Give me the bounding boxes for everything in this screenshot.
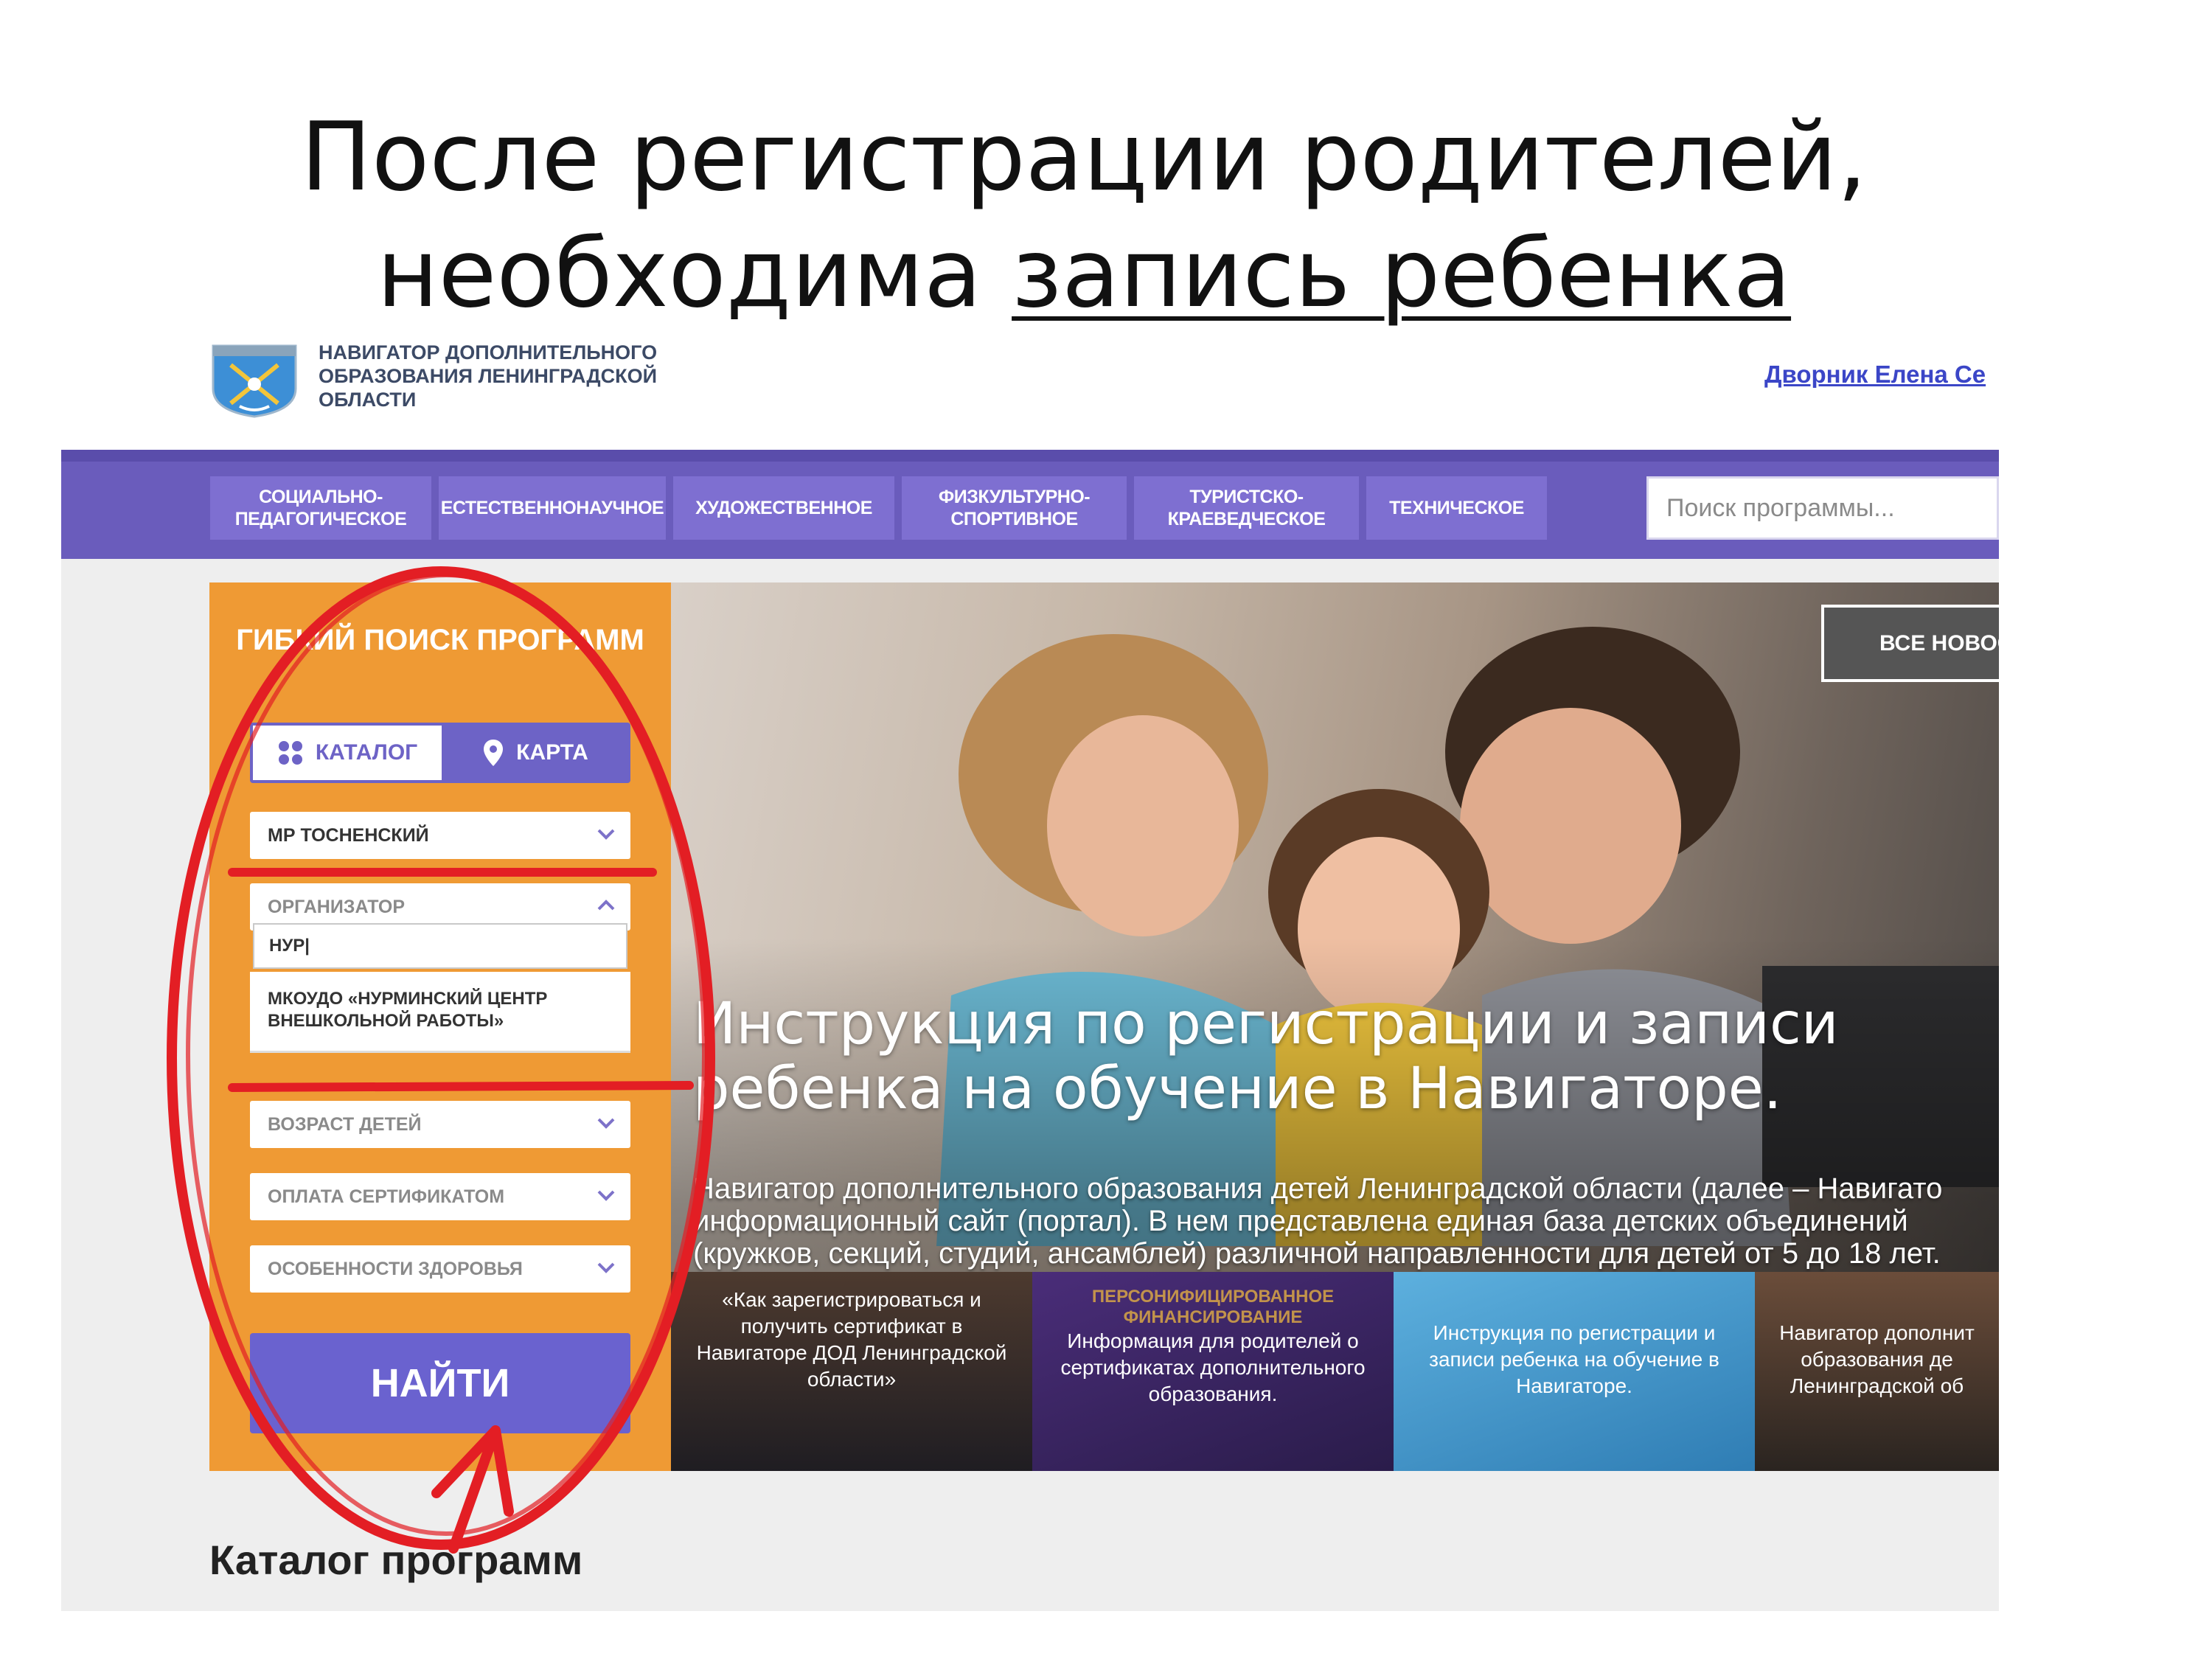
slide-title-line1: После регистрации родителей, [300,102,1868,212]
slide-title-underlined: запись ребенка [1012,219,1792,329]
news-card-registration[interactable]: «Как зарегистрироваться и получить серти… [671,1272,1032,1471]
hero-banner[interactable]: ВСЕ НОВОС Инструкция по регистрации и за… [671,582,1999,1471]
tab-catalog[interactable]: КАТАЛОГ [253,726,442,780]
nav-item-natural-science[interactable]: ЕСТЕСТВЕННОНАУЧНОЕ [439,476,666,540]
catalog-heading: Каталог программ [209,1537,583,1583]
coat-of-arms-icon[interactable] [210,343,299,418]
nav-item-arts[interactable]: ХУДОЖЕСТВЕННОЕ [673,476,894,540]
hero-description: Навигатор дополнительного образования де… [693,1172,1943,1270]
municipality-value: МР ТОСНЕНСКИЙ [268,825,429,846]
news-card-header: ПЕРСОНИФИЦИРОВАННОЕ ФИНАНСИРОВАНИЕ [1091,1287,1335,1327]
flexible-search-panel: ГИБКИЙ ПОИСК ПРОГРАММ КАТАЛОГ КАРТА МР Т… [209,582,671,1471]
certificate-payment-select[interactable]: ОПЛАТА СЕРТИФИКАТОМ [250,1173,630,1220]
organizer-search-input[interactable]: НУР| [253,923,627,969]
hero-title: Инструкция по регистрации и записи ребен… [693,991,1839,1122]
health-label: ОСОБЕННОСТИ ЗДОРОВЬЯ [268,1259,523,1279]
news-card-navigator[interactable]: Навигатор дополнит образования де Ленинг… [1755,1272,1999,1471]
nav-item-social-pedagogical[interactable]: СОЦИАЛЬНО-ПЕДАГОГИЧЕСКОЕ [210,476,431,540]
map-pin-icon [484,740,504,766]
chevron-down-icon [597,829,615,840]
chevron-up-icon [597,900,615,911]
organizer-option[interactable]: МКОУДО «НУРМИНСКИЙ ЦЕНТР ВНЕШКОЛЬНОЙ РАБ… [250,972,630,1053]
find-button[interactable]: НАЙТИ [250,1333,630,1433]
nav-item-tourism[interactable]: ТУРИСТСКО-КРАЕВЕДЧЕСКОЕ [1134,476,1359,540]
chevron-down-icon [597,1190,615,1201]
site-logo-text[interactable]: НАВИГАТОР ДОПОЛНИТЕЛЬНОГО ОБРАЗОВАНИЯ ЛЕ… [319,341,702,411]
slide-title: После регистрации родителей, необходима … [0,100,2168,333]
slide-title-line2: необходима запись ребенка [0,216,2168,333]
age-label: ВОЗРАСТ ДЕТЕЙ [268,1114,422,1135]
nav-top-stripe [61,450,1999,462]
nav-item-sports[interactable]: ФИЗКУЛЬТУРНО-СПОРТИВНОЕ [902,476,1127,540]
news-card-certificates[interactable]: ПЕРСОНИФИЦИРОВАННОЕ ФИНАНСИРОВАНИЕ Инфор… [1032,1272,1394,1471]
program-search-input[interactable]: Поиск программы... [1646,476,1999,540]
chevron-down-icon [597,1262,615,1273]
news-card-instruction[interactable]: Инструкция по регистрации и записи ребен… [1394,1272,1755,1471]
user-profile-link[interactable]: Дворник Елена Се [1764,361,2000,389]
all-news-button[interactable]: ВСЕ НОВОС [1821,605,1999,682]
view-tabs: КАТАЛОГ КАРТА [250,723,630,783]
nav-item-technical[interactable]: ТЕХНИЧЕСКОЕ [1366,476,1547,540]
slide-title-plain: необходима [376,219,1012,329]
tab-map[interactable]: КАРТА [443,726,627,780]
news-card-text: Информация для родителей о сертификатах … [1060,1329,1366,1405]
certificate-label: ОПЛАТА СЕРТИФИКАТОМ [268,1186,505,1207]
site-page: СОЦИАЛЬНО-ПЕДАГОГИЧЕСКОЕ ЕСТЕСТВЕННОНАУЧ… [61,450,1999,1611]
tab-map-label: КАРТА [516,740,588,765]
age-select[interactable]: ВОЗРАСТ ДЕТЕЙ [250,1101,630,1148]
municipality-select[interactable]: МР ТОСНЕНСКИЙ [250,812,630,859]
health-features-select[interactable]: ОСОБЕННОСТИ ЗДОРОВЬЯ [250,1245,630,1293]
category-nav-bar: СОЦИАЛЬНО-ПЕДАГОГИЧЕСКОЕ ЕСТЕСТВЕННОНАУЧ… [61,450,1999,559]
organizer-label: ОРГАНИЗАТОР [268,897,406,917]
grid-icon [278,741,302,765]
chevron-down-icon [597,1118,615,1129]
tab-catalog-label: КАТАЛОГ [315,740,418,765]
filter-title: ГИБКИЙ ПОИСК ПРОГРАММ [236,624,644,656]
